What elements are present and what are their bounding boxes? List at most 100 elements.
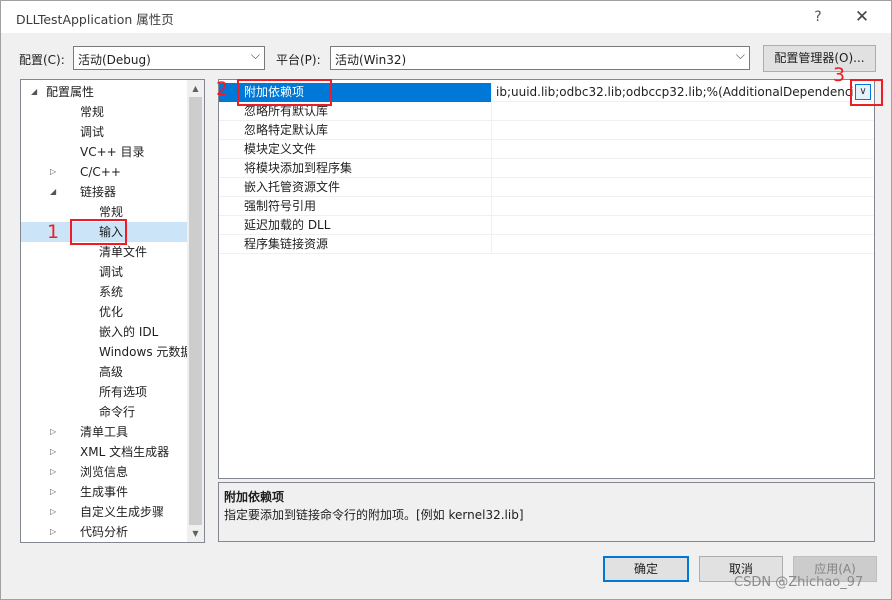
description-panel: 附加依赖项 指定要添加到链接命令行的附加项。[例如 kernel32.lib] — [218, 482, 875, 542]
tree-item-label: Windows 元数据 — [99, 345, 193, 359]
title-bar: DLLTestApplication 属性页 ? ✕ — [1, 1, 891, 33]
property-tree: ◢ 配置属性 常规 调试 VC++ 目录 ▷ C/C++ ◢ 链接器 常规 输入 清单文件 调试 系统 优化… — [20, 79, 205, 543]
tree-item[interactable]: ▷ 代码分析 — [21, 522, 187, 542]
tree-item-label: 清单工具 — [80, 425, 129, 439]
tree-item-label: 链接器 — [80, 185, 117, 199]
property-row[interactable]: 程序集链接资源 — [219, 235, 874, 254]
tree-scrollbar[interactable]: ▲ ▼ — [187, 80, 204, 542]
help-button[interactable]: ? — [805, 5, 831, 29]
property-row[interactable]: 将模块添加到程序集 — [219, 159, 874, 178]
annotation-label-1: 1 — [47, 221, 60, 243]
property-value[interactable]: ib;uuid.lib;odbc32.lib;odbccp32.lib;%(Ad… — [493, 83, 853, 102]
scroll-up-icon[interactable]: ▲ — [187, 80, 204, 97]
property-row[interactable]: 嵌入托管资源文件 — [219, 178, 874, 197]
annotation-box-1 — [70, 219, 127, 245]
property-grid: 附加依赖项 ib;uuid.lib;odbc32.lib;odbccp32.lib… — [218, 79, 875, 479]
tree-item[interactable]: ▷ 生成事件 — [21, 482, 187, 502]
collapsed-arrow-icon[interactable]: ▷ — [50, 502, 60, 522]
property-name: 延迟加载的 DLL — [219, 216, 492, 235]
chevron-down-icon: ⌵ — [735, 48, 745, 62]
property-value — [493, 216, 874, 235]
tree-item[interactable]: Windows 元数据 — [21, 342, 192, 362]
collapsed-arrow-icon[interactable]: ▷ — [50, 162, 60, 182]
tree-item-label: 调试 — [80, 125, 105, 139]
tree-item[interactable]: 高级 — [21, 362, 187, 382]
property-name: 模块定义文件 — [219, 140, 492, 159]
tree-item-label: 配置属性 — [46, 85, 95, 99]
property-row[interactable]: 忽略特定默认库 — [219, 121, 874, 140]
scroll-down-icon[interactable]: ▼ — [187, 525, 204, 542]
collapsed-arrow-icon[interactable]: ▷ — [50, 522, 60, 542]
property-name: 程序集链接资源 — [219, 235, 492, 254]
platform-combo[interactable]: 活动(Win32) ⌵ — [330, 46, 750, 70]
tree-item[interactable]: ▷ 自定义生成步骤 — [21, 502, 187, 522]
description-text: 指定要添加到链接命令行的附加项。[例如 kernel32.lib] — [224, 508, 524, 522]
tree-item-label: VC++ 目录 — [80, 145, 145, 159]
platform-combo-value: 活动(Win32) — [335, 53, 407, 67]
property-name: 忽略特定默认库 — [219, 121, 492, 140]
tree-item-label: 常规 — [80, 105, 105, 119]
property-value — [493, 159, 874, 178]
tree-item-label: XML 文档生成器 — [80, 445, 170, 459]
tree-item[interactable]: ▷ 浏览信息 — [21, 462, 187, 482]
expanded-arrow-icon[interactable]: ◢ — [31, 82, 41, 102]
property-name: 强制符号引用 — [219, 197, 492, 216]
collapsed-arrow-icon[interactable]: ▷ — [50, 442, 60, 462]
tree-item-label: 高级 — [99, 365, 124, 379]
property-pages-dialog: DLLTestApplication 属性页 ? ✕ 配置(C): 活动(Deb… — [0, 0, 892, 600]
annotation-label-2: 2 — [216, 78, 229, 100]
annotation-box-3 — [850, 79, 883, 106]
annotation-label-3: 3 — [833, 64, 846, 86]
tree-item[interactable]: ▷ C/C++ — [21, 162, 187, 182]
tree-item[interactable]: VC++ 目录 — [21, 142, 187, 162]
tree-item[interactable]: 清单文件 — [21, 242, 187, 262]
tree-item[interactable]: 优化 — [21, 302, 187, 322]
property-row[interactable]: 强制符号引用 — [219, 197, 874, 216]
close-button[interactable]: ✕ — [849, 5, 875, 29]
collapsed-arrow-icon[interactable]: ▷ — [50, 482, 60, 502]
tree-item[interactable]: ▷ XML 文档生成器 — [21, 442, 187, 462]
property-row[interactable]: 延迟加载的 DLL — [219, 216, 874, 235]
tree-item-label: 所有选项 — [99, 385, 148, 399]
tree-item-label: 调试 — [99, 265, 124, 279]
platform-label: 平台(P): — [276, 53, 321, 67]
tree-item[interactable]: ◢ 链接器 — [21, 182, 187, 202]
tree-item[interactable]: 系统 — [21, 282, 187, 302]
tree-item-label: C/C++ — [80, 165, 121, 179]
tree-item[interactable]: 调试 — [21, 122, 187, 142]
expanded-arrow-icon[interactable]: ◢ — [50, 182, 60, 202]
config-manager-button[interactable]: 配置管理器(O)... — [763, 45, 876, 72]
tree-item-label: 嵌入的 IDL — [99, 325, 159, 339]
tree-item[interactable]: ▷ 清单工具 — [21, 422, 187, 442]
property-value — [493, 235, 874, 254]
scroll-thumb[interactable] — [189, 97, 202, 525]
collapsed-arrow-icon[interactable]: ▷ — [50, 422, 60, 442]
ok-button[interactable]: 确定 — [603, 556, 689, 582]
tree-item-label: 常规 — [99, 205, 124, 219]
tree-item[interactable]: 所有选项 — [21, 382, 187, 402]
config-combo[interactable]: 活动(Debug) ⌵ — [73, 46, 265, 70]
tree-item-label: 生成事件 — [80, 485, 129, 499]
tree-item-label: 自定义生成步骤 — [80, 505, 165, 519]
tree-item[interactable]: ◢ 配置属性 — [21, 82, 187, 102]
property-value — [493, 121, 874, 140]
tree-item[interactable]: 嵌入的 IDL — [21, 322, 187, 342]
tree-item[interactable]: 命令行 — [21, 402, 187, 422]
collapsed-arrow-icon[interactable]: ▷ — [50, 462, 60, 482]
tree-item[interactable]: 常规 — [21, 102, 187, 122]
watermark: CSDN @Zhichao_97 — [734, 575, 864, 590]
tree-item-label: 清单文件 — [99, 245, 148, 259]
property-row[interactable]: 模块定义文件 — [219, 140, 874, 159]
tree-item-label: 代码分析 — [80, 525, 129, 539]
property-value — [493, 102, 874, 121]
window-title: DLLTestApplication 属性页 — [16, 12, 174, 27]
chevron-down-icon: ⌵ — [250, 48, 260, 62]
property-value — [493, 140, 874, 159]
tree-item-label: 优化 — [99, 305, 124, 319]
tree-item-label: 浏览信息 — [80, 465, 129, 479]
property-value — [493, 197, 874, 216]
property-name: 嵌入托管资源文件 — [219, 178, 492, 197]
tree-item[interactable]: 调试 — [21, 262, 187, 282]
property-name: 将模块添加到程序集 — [219, 159, 492, 178]
description-title: 附加依赖项 — [224, 490, 285, 504]
